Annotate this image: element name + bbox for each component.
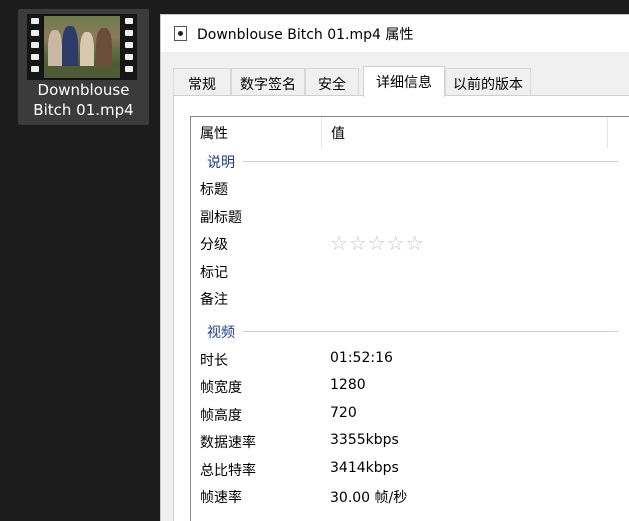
property-row-subtitle[interactable]: 副标题 xyxy=(191,203,629,230)
property-row-title[interactable]: 标题 xyxy=(191,175,629,202)
property-row-frame-width[interactable]: 帧宽度 1280 xyxy=(191,373,629,400)
file-name-label: Downblouse Bitch 01.mp4 xyxy=(18,80,149,120)
tab-digital-signatures[interactable]: 数字签名 xyxy=(231,68,305,96)
property-key: 标题 xyxy=(200,182,228,198)
tab-details[interactable]: 详细信息 xyxy=(363,66,445,97)
property-value: 3355kbps xyxy=(330,432,399,448)
list-header: 属性 值 xyxy=(191,117,629,148)
property-row-rating[interactable]: 分级 ☆☆☆☆☆ xyxy=(191,230,629,257)
property-row-tags[interactable]: 标记 xyxy=(191,258,629,285)
window-title: Downblouse Bitch 01.mp4 属性 xyxy=(197,27,414,43)
file-name-line1: Downblouse xyxy=(37,81,130,99)
tab-previous-versions[interactable]: 以前的版本 xyxy=(445,68,531,96)
property-row-frame-height[interactable]: 帧高度 720 xyxy=(191,401,629,428)
group-divider xyxy=(243,161,618,162)
property-row-data-rate[interactable]: 数据速率 3355kbps xyxy=(191,428,629,455)
property-value: 01:52:16 xyxy=(330,350,393,366)
property-key: 帧速率 xyxy=(200,490,242,506)
property-key: 标记 xyxy=(200,265,228,281)
property-key: 分级 xyxy=(200,237,228,253)
group-label: 视频 xyxy=(207,325,235,341)
group-header-video[interactable]: 视频 xyxy=(191,318,629,344)
property-value: 1280 xyxy=(330,377,366,393)
property-row-comments[interactable]: 备注 xyxy=(191,285,629,312)
properties-window: Downblouse Bitch 01.mp4 属性 常规 数字签名 安全 详细… xyxy=(160,14,629,521)
property-row-length[interactable]: 时长 01:52:16 xyxy=(191,346,629,373)
group-divider xyxy=(243,331,618,332)
video-file-icon xyxy=(174,26,187,41)
property-key: 备注 xyxy=(200,292,228,308)
property-key: 数据速率 xyxy=(200,435,256,451)
file-name-line2: Bitch 01.mp4 xyxy=(33,101,134,119)
column-header-value[interactable]: 值 xyxy=(322,117,607,148)
property-key: 帧宽度 xyxy=(200,380,242,396)
group-header-description[interactable]: 说明 xyxy=(191,148,629,174)
property-value: 720 xyxy=(330,405,357,421)
property-key: 总比特率 xyxy=(200,463,256,479)
tab-security[interactable]: 安全 xyxy=(305,68,359,96)
column-divider[interactable] xyxy=(607,117,608,148)
tab-general[interactable]: 常规 xyxy=(173,68,231,96)
property-value: 3414kbps xyxy=(330,460,399,476)
property-key: 副标题 xyxy=(200,210,242,226)
rating-stars[interactable]: ☆☆☆☆☆ xyxy=(330,231,425,255)
property-row-total-bitrate[interactable]: 总比特率 3414kbps xyxy=(191,456,629,483)
column-header-property[interactable]: 属性 xyxy=(191,117,321,148)
property-key: 时长 xyxy=(200,353,228,369)
property-list[interactable]: 属性 值 说明 标题 副标题 分级 ☆☆☆☆☆ 标记 备注 视频 时长 01:5… xyxy=(190,116,629,521)
video-thumbnail-icon xyxy=(27,14,137,80)
title-bar[interactable]: Downblouse Bitch 01.mp4 属性 xyxy=(161,15,629,52)
details-panel: 属性 值 说明 标题 副标题 分级 ☆☆☆☆☆ 标记 备注 视频 时长 01:5… xyxy=(173,95,629,521)
property-value: 30.00 帧/秒 xyxy=(330,490,408,506)
property-key: 帧高度 xyxy=(200,408,242,424)
desktop-file-item[interactable]: Downblouse Bitch 01.mp4 xyxy=(18,9,149,125)
property-row-frame-rate[interactable]: 帧速率 30.00 帧/秒 xyxy=(191,483,629,510)
group-label: 说明 xyxy=(207,155,235,171)
